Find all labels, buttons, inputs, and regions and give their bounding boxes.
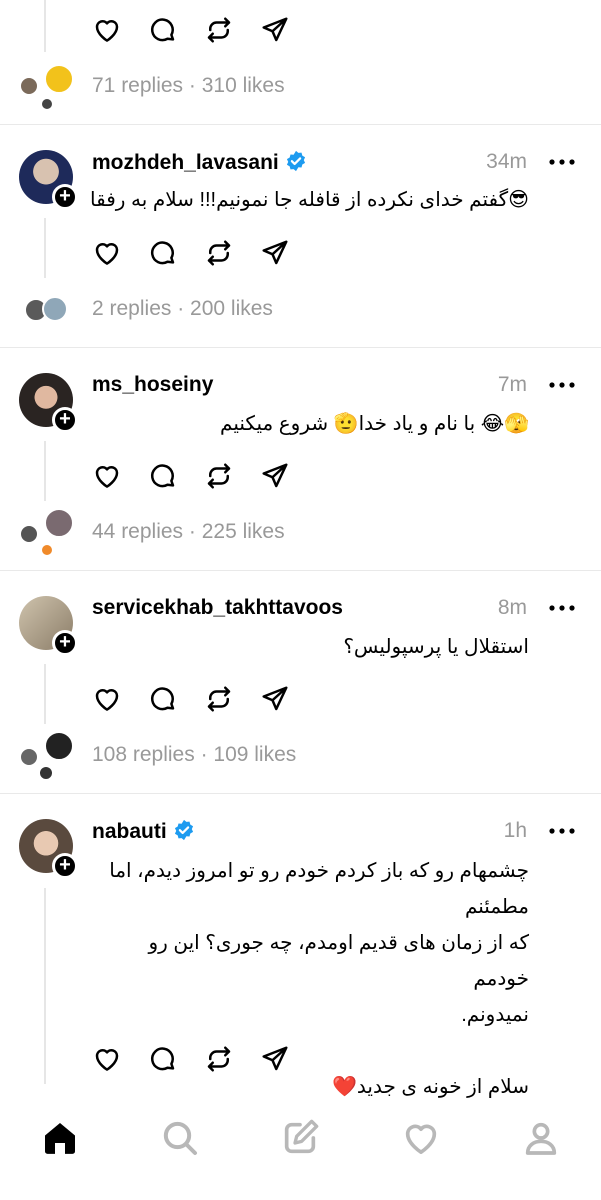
like-icon[interactable] — [92, 1037, 148, 1081]
profile-icon[interactable] — [511, 1108, 571, 1168]
more-icon[interactable] — [547, 821, 577, 841]
share-icon[interactable] — [260, 677, 316, 721]
like-icon[interactable] — [92, 677, 148, 721]
post-text-line: که از زمان های قدیم اومدم، چه جوری؟ این … — [148, 932, 530, 990]
divider — [0, 124, 601, 125]
thread-line — [44, 441, 46, 501]
reply-icon[interactable] — [148, 677, 204, 721]
share-icon[interactable] — [260, 231, 316, 275]
post-time: 34m — [486, 150, 527, 173]
divider — [0, 793, 601, 794]
bottom-nav — [0, 1100, 601, 1176]
reply-avatar — [40, 543, 54, 557]
divider — [0, 347, 601, 348]
more-icon[interactable] — [547, 375, 577, 395]
divider — [0, 570, 601, 571]
post-time: 7m — [497, 373, 527, 396]
reply-avatar — [38, 765, 54, 781]
username[interactable]: servicekhab_takhttavoos — [92, 596, 343, 620]
username[interactable]: ms_hoseiny — [92, 373, 213, 397]
post-text: استقلال یا پرسپولیس؟ — [343, 636, 529, 658]
reply-avatar — [42, 296, 68, 322]
follow-plus-icon[interactable]: + — [52, 630, 78, 656]
reply-avatar — [40, 97, 54, 111]
share-icon[interactable] — [260, 1037, 316, 1081]
more-icon[interactable] — [547, 152, 577, 172]
repost-icon[interactable] — [204, 1037, 260, 1081]
repost-icon[interactable] — [204, 8, 260, 52]
post-stats[interactable]: 44 replies · 225 likes — [92, 520, 285, 544]
more-icon[interactable] — [547, 598, 577, 618]
post-text: 😎گفتم خدای نکرده از قافله جا نمونیم!!! س… — [89, 189, 529, 211]
action-bar — [92, 8, 316, 52]
reply-avatar — [19, 524, 39, 544]
verified-badge-icon — [174, 819, 193, 841]
action-bar — [92, 231, 316, 275]
reply-icon[interactable] — [148, 454, 204, 498]
reply-icon[interactable] — [148, 8, 204, 52]
repost-icon[interactable] — [204, 454, 260, 498]
search-icon[interactable] — [150, 1108, 210, 1168]
follow-plus-icon[interactable]: + — [52, 184, 78, 210]
username[interactable]: nabauti — [92, 819, 195, 844]
post-stats[interactable]: 71 replies · 310 likes — [92, 74, 285, 98]
heart-icon[interactable] — [391, 1108, 451, 1168]
follow-plus-icon[interactable]: + — [52, 407, 78, 433]
like-icon[interactable] — [92, 454, 148, 498]
action-bar — [92, 677, 316, 721]
reply-avatar — [44, 508, 74, 538]
reply-icon[interactable] — [148, 231, 204, 275]
username[interactable]: mozhdeh_lavasani — [92, 150, 307, 175]
thread-line — [44, 664, 46, 724]
post-text-line: نمیدونم. — [461, 1004, 529, 1026]
reply-icon[interactable] — [148, 1037, 204, 1081]
verified-badge-icon — [286, 150, 305, 172]
like-icon[interactable] — [92, 231, 148, 275]
home-icon[interactable] — [30, 1108, 90, 1168]
post-time: 1h — [503, 819, 527, 842]
action-bar — [92, 1037, 316, 1081]
reply-avatar — [44, 64, 74, 94]
like-icon[interactable] — [92, 8, 148, 52]
compose-icon[interactable] — [270, 1108, 330, 1168]
reply-avatar — [19, 76, 39, 96]
action-bar — [92, 454, 316, 498]
post-time: 8m — [497, 596, 527, 619]
repost-icon[interactable] — [204, 677, 260, 721]
reply-avatar — [44, 731, 74, 761]
post-stats[interactable]: 108 replies · 109 likes — [92, 743, 296, 767]
post-stats[interactable]: 2 replies · 200 likes — [92, 297, 273, 321]
thread-line — [44, 0, 46, 52]
share-icon[interactable] — [260, 454, 316, 498]
share-icon[interactable] — [260, 8, 316, 52]
thread-line — [44, 888, 46, 1084]
post-text-line: چشمهام رو که باز کردم خودم رو تو امروز د… — [109, 860, 529, 918]
reply-avatar — [19, 747, 39, 767]
repost-icon[interactable] — [204, 231, 260, 275]
post-text: 🫣😂 با نام و یاد خدا🫡 شروع میکنیم — [220, 413, 529, 435]
follow-plus-icon[interactable]: + — [52, 853, 78, 879]
thread-line — [44, 218, 46, 278]
